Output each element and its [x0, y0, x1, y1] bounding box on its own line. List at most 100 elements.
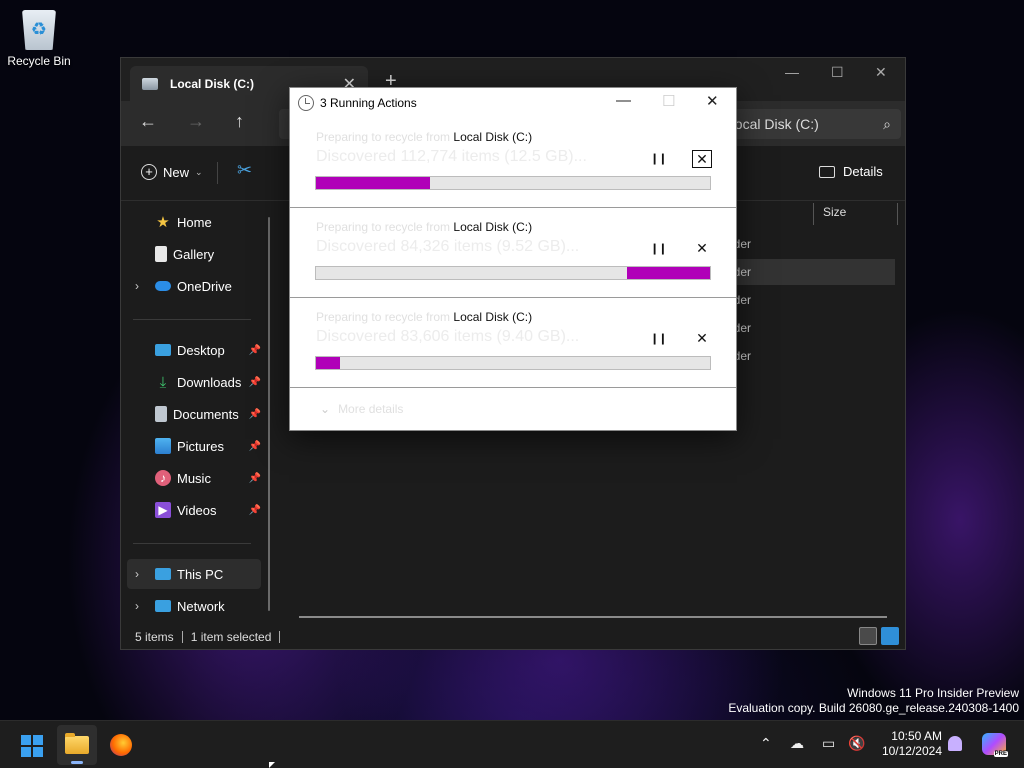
column-divider[interactable] — [897, 203, 898, 225]
windows-start-icon[interactable] — [21, 735, 43, 757]
column-divider[interactable] — [813, 203, 814, 225]
clock-time: 10:50 AM — [891, 729, 942, 743]
up-arrow-icon[interactable]: ↑ — [235, 111, 244, 132]
operation-3: Preparing to recycle from Local Disk (C:… — [290, 298, 736, 388]
details-label: Details — [843, 164, 883, 179]
taskbar-firefox[interactable] — [101, 725, 141, 765]
chevron-up-icon[interactable]: ⌃ — [760, 735, 772, 752]
folder-icon — [65, 733, 89, 754]
nav-scrollbar[interactable] — [268, 217, 270, 611]
pin-icon[interactable]: 📌 — [249, 505, 261, 516]
nav-item-pictures[interactable]: Pictures 📌 — [127, 431, 261, 461]
details-button[interactable]: Details — [819, 164, 883, 179]
pin-icon[interactable]: 📌 — [249, 345, 261, 356]
item-count: 5 items — [135, 630, 174, 644]
copilot-icon[interactable]: PRE — [982, 733, 1008, 757]
nav-item-network[interactable]: › Network — [127, 591, 261, 621]
pause-icon[interactable]: ❙❙ — [650, 152, 667, 165]
more-details-label: More details — [338, 402, 404, 416]
document-icon — [155, 406, 167, 422]
chevron-right-icon[interactable]: › — [135, 599, 139, 613]
speaker-muted-icon[interactable]: 🔇 — [848, 735, 865, 752]
nav-label: Network — [177, 598, 225, 614]
toolbar-divider — [217, 162, 218, 184]
dialog-titlebar[interactable]: 3 Running Actions — ☐ ✕ — [290, 88, 736, 118]
network-icon — [155, 600, 171, 612]
search-text: Local Disk (C:) — [727, 116, 819, 132]
operation-destination: Local Disk (C:) — [453, 130, 533, 144]
column-header-size[interactable]: Size — [823, 205, 846, 219]
nav-label: This PC — [177, 566, 224, 582]
minimize-icon[interactable]: — — [785, 64, 799, 80]
nav-item-downloads[interactable]: ⤓ Downloads 📌 — [127, 367, 261, 397]
forward-arrow-icon[interactable]: → — [187, 111, 205, 132]
recycle-bin-icon — [22, 10, 56, 50]
operation-2: Preparing to recycle from Local Disk (C:… — [290, 208, 736, 298]
chevron-down-icon: ⌄ — [195, 166, 203, 177]
progress-fill — [316, 177, 431, 189]
nav-divider — [133, 543, 251, 544]
nav-item-onedrive[interactable]: › OneDrive — [127, 271, 261, 301]
recycle-bin-desktop-icon[interactable]: Recycle Bin — [4, 6, 74, 68]
copilot-badge: PRE — [993, 751, 1008, 757]
notification-bell-icon[interactable] — [948, 736, 962, 751]
download-icon: ⤓ — [159, 373, 167, 391]
search-input[interactable]: Local Disk (C:) ⌕ — [717, 109, 901, 139]
nav-item-music[interactable]: ♪ Music 📌 — [127, 463, 261, 493]
maximize-icon: ☐ — [662, 93, 676, 110]
maximize-icon[interactable]: ☐ — [831, 64, 844, 81]
operation-prefix: Preparing to recycle from — [316, 130, 454, 144]
watermark-edition: Windows 11 Pro Insider Preview — [847, 686, 1019, 700]
nav-label: Documents — [173, 406, 239, 422]
chevron-right-icon[interactable]: › — [135, 567, 139, 581]
plus-icon: + — [141, 164, 157, 180]
minimize-icon[interactable]: — — [616, 92, 631, 109]
nav-item-home[interactable]: ★ Home — [127, 207, 261, 237]
status-divider — [279, 631, 281, 643]
taskbar-file-explorer[interactable] — [57, 725, 97, 765]
horizontal-scrollbar[interactable] — [299, 616, 887, 618]
dialog-close-icon[interactable]: ✕ — [706, 92, 719, 110]
details-pane-icon — [819, 165, 835, 178]
close-icon[interactable]: ✕ — [692, 330, 712, 348]
nav-item-videos[interactable]: ▶ Videos 📌 — [127, 495, 261, 525]
window-close-icon[interactable]: ✕ — [875, 64, 887, 81]
close-icon[interactable]: ✕ — [692, 150, 712, 168]
nav-item-desktop[interactable]: Desktop 📌 — [127, 335, 261, 365]
clock-date: 10/12/2024 — [881, 744, 942, 758]
details-view-icon[interactable] — [859, 627, 877, 645]
status-bar: 5 items 1 item selected — [121, 625, 905, 649]
progress-fill — [627, 267, 710, 279]
chevron-right-icon[interactable]: › — [135, 279, 139, 293]
cut-scissors-icon[interactable]: ✂ — [237, 160, 252, 181]
network-icon[interactable]: ▭ — [822, 735, 835, 752]
firefox-icon — [110, 734, 132, 756]
nav-item-gallery[interactable]: Gallery — [127, 239, 261, 269]
cloud-offline-icon[interactable]: ☁ — [790, 735, 804, 752]
nav-item-documents[interactable]: Documents 📌 — [127, 399, 261, 429]
running-actions-dialog: 3 Running Actions — ☐ ✕ Preparing to rec… — [289, 87, 737, 431]
monitor-icon — [155, 568, 171, 580]
back-arrow-icon[interactable]: ← — [139, 111, 157, 132]
progress-bar — [315, 356, 711, 370]
operation-destination: Local Disk (C:) — [453, 220, 533, 234]
pin-icon[interactable]: 📌 — [249, 441, 261, 452]
pause-icon[interactable]: ❙❙ — [650, 332, 667, 345]
nav-label: Videos — [177, 502, 217, 518]
pin-icon[interactable]: 📌 — [249, 473, 261, 484]
star-icon: ★ — [156, 214, 170, 231]
pin-icon[interactable]: 📌 — [249, 377, 261, 388]
pin-icon[interactable]: 📌 — [249, 409, 261, 420]
nav-divider — [133, 319, 251, 320]
operation-status: Preparing to recycle from Local Disk (C:… — [316, 130, 532, 144]
new-button[interactable]: + New ⌄ — [141, 164, 203, 180]
desktop-icon — [155, 344, 171, 356]
more-details-toggle[interactable]: ⌄ More details — [320, 402, 403, 416]
taskbar-clock[interactable]: 10:50 AM 10/12/2024 — [872, 729, 942, 759]
close-icon[interactable]: ✕ — [692, 240, 712, 258]
operation-detail: Discovered 84,326 items (9.52 GB)... — [316, 238, 580, 255]
pause-icon[interactable]: ❙❙ — [650, 242, 667, 255]
progress-fill — [316, 357, 340, 369]
tiles-view-icon[interactable] — [881, 627, 899, 645]
nav-item-this-pc[interactable]: › This PC — [127, 559, 261, 589]
